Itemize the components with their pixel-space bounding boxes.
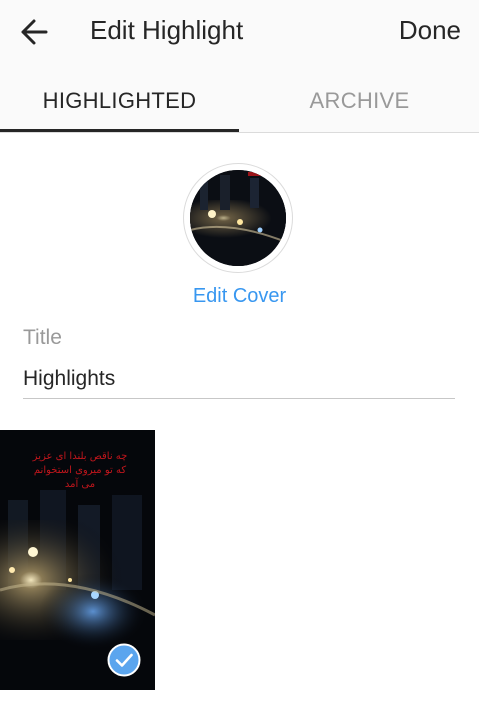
done-button[interactable]: Done bbox=[399, 15, 461, 46]
edit-cover-link[interactable]: Edit Cover bbox=[0, 285, 479, 308]
checkmark-icon bbox=[107, 643, 141, 677]
title-label: Title bbox=[23, 326, 62, 349]
back-button[interactable] bbox=[14, 14, 54, 50]
title-input[interactable] bbox=[23, 360, 455, 399]
arrow-left-icon bbox=[21, 19, 48, 45]
tab-archive[interactable]: ARCHIVE bbox=[240, 88, 479, 132]
page-title: Edit Highlight bbox=[90, 15, 244, 45]
active-tab-indicator bbox=[0, 129, 239, 132]
top-bar: Edit Highlight Done HIGHLIGHTED ARCHIVE bbox=[0, 0, 479, 133]
selected-check-button[interactable] bbox=[107, 643, 141, 677]
cover-image-button[interactable] bbox=[183, 163, 293, 273]
tab-highlighted[interactable]: HIGHLIGHTED bbox=[0, 88, 239, 132]
story-caption: چه ناقص بلندا ای عزیز که تو میروی استخوا… bbox=[32, 451, 128, 490]
cover-image bbox=[190, 170, 286, 266]
